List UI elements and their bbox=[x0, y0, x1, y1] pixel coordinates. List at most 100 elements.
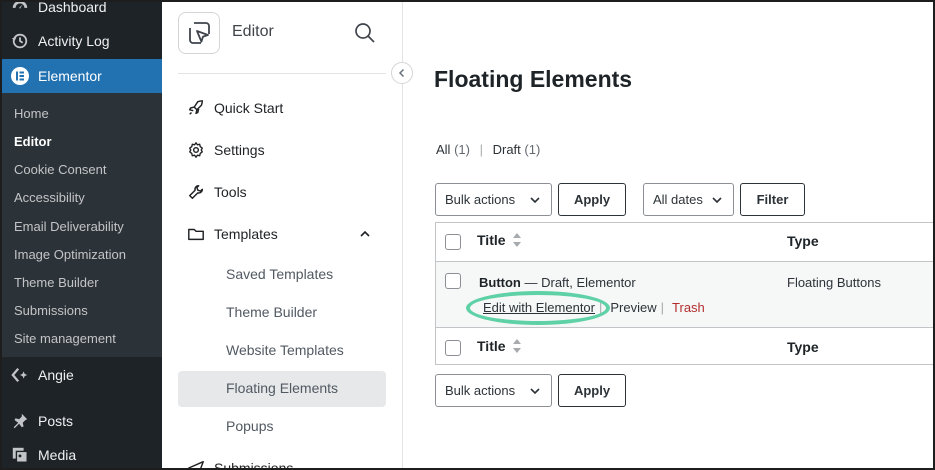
bulk-actions-select-bottom[interactable]: Bulk actions bbox=[435, 374, 552, 407]
wp-admin-sidebar: Dashboard Activity Log Elementor Home Ed… bbox=[0, 0, 162, 470]
dashboard-icon bbox=[10, 0, 30, 17]
nav-label: Tools bbox=[214, 184, 247, 200]
column-type-footer: Type bbox=[787, 339, 819, 355]
menu-item-media[interactable]: Media bbox=[0, 438, 162, 470]
chevron-left-icon bbox=[398, 68, 405, 78]
menu-item-angie[interactable]: Angie bbox=[0, 358, 162, 392]
submenu-item-email-deliverability[interactable]: Email Deliverability bbox=[14, 219, 124, 234]
menu-label: Elementor bbox=[38, 68, 102, 84]
column-label: Title bbox=[477, 232, 506, 248]
chevron-down-icon bbox=[712, 197, 722, 204]
panel-title: Editor bbox=[232, 23, 274, 40]
submenu-item-image-optimization[interactable]: Image Optimization bbox=[14, 247, 126, 262]
filter-all-count: (1) bbox=[454, 142, 470, 157]
elementor-panel: Editor Quick Start Settings Tools Templa… bbox=[162, 0, 413, 470]
panel-divider bbox=[178, 73, 386, 74]
table-row-divider bbox=[435, 327, 935, 328]
select-value: All dates bbox=[653, 192, 703, 207]
search-icon[interactable] bbox=[354, 22, 376, 49]
media-icon bbox=[10, 445, 30, 465]
column-label: Title bbox=[477, 338, 506, 354]
menu-label: Activity Log bbox=[38, 33, 110, 49]
nav-templates[interactable]: Templates bbox=[186, 224, 278, 244]
edit-with-elementor-link[interactable]: Edit with Elementor bbox=[483, 300, 595, 315]
submenu-item-editor[interactable]: Editor bbox=[14, 134, 52, 149]
nav-quick-start[interactable]: Quick Start bbox=[186, 98, 283, 118]
table-border-bottom bbox=[435, 364, 935, 365]
submenu-item-site-management[interactable]: Site management bbox=[14, 331, 116, 346]
action-separator: | bbox=[660, 300, 665, 315]
bulk-actions-select-top[interactable]: Bulk actions bbox=[435, 183, 552, 216]
row-type: Floating Buttons bbox=[787, 275, 881, 290]
row-status: — Draft, Elementor bbox=[520, 275, 636, 290]
subnav-website-templates[interactable]: Website Templates bbox=[226, 342, 344, 358]
row-title: Button — Draft, Elementor bbox=[479, 275, 636, 290]
send-icon bbox=[186, 458, 206, 470]
menu-item-activity-log[interactable]: Activity Log bbox=[0, 24, 162, 58]
row-checkbox[interactable] bbox=[445, 273, 461, 289]
menu-item-posts[interactable]: Posts bbox=[0, 404, 162, 438]
elementor-icon bbox=[10, 66, 30, 86]
main-content: Floating Elements All (1) | Draft (1) Bu… bbox=[403, 0, 935, 470]
chevron-down-icon bbox=[530, 197, 540, 204]
select-value: Bulk actions bbox=[445, 192, 516, 207]
column-title-footer[interactable]: Title bbox=[477, 338, 522, 354]
apply-button-top[interactable]: Apply bbox=[558, 183, 626, 216]
apply-button-bottom[interactable]: Apply bbox=[558, 374, 626, 407]
subnav-saved-templates[interactable]: Saved Templates bbox=[226, 266, 333, 282]
collapse-panel-button[interactable] bbox=[391, 62, 413, 84]
status-filters: All (1) | Draft (1) bbox=[436, 142, 540, 157]
submenu-item-theme-builder[interactable]: Theme Builder bbox=[14, 275, 99, 290]
action-separator: | bbox=[599, 300, 603, 315]
menu-label: Media bbox=[38, 447, 77, 463]
submenu-item-submissions[interactable]: Submissions bbox=[14, 303, 88, 318]
date-filter-select[interactable]: All dates bbox=[643, 183, 734, 216]
filter-separator: | bbox=[479, 142, 483, 157]
preview-link[interactable]: Preview bbox=[610, 300, 656, 315]
menu-item-dashboard[interactable]: Dashboard bbox=[0, 0, 162, 24]
nav-label: Templates bbox=[214, 226, 278, 242]
column-title-header[interactable]: Title bbox=[477, 232, 522, 248]
select-all-checkbox-bottom[interactable] bbox=[445, 340, 461, 356]
select-all-checkbox[interactable] bbox=[445, 234, 461, 250]
chevron-down-icon bbox=[530, 388, 540, 395]
cursor-box-icon bbox=[189, 22, 210, 44]
filter-all[interactable]: All bbox=[436, 142, 450, 157]
row-actions: Edit with Elementor | Preview | Trash bbox=[483, 300, 705, 315]
nav-label: Submissions bbox=[214, 460, 294, 470]
submenu-item-accessibility[interactable]: Accessibility bbox=[14, 190, 85, 205]
gear-icon bbox=[186, 140, 206, 160]
nav-label: Settings bbox=[214, 142, 265, 158]
sort-icon bbox=[512, 338, 522, 354]
nav-tools[interactable]: Tools bbox=[186, 182, 247, 202]
submenu-item-home[interactable]: Home bbox=[14, 106, 49, 121]
rocket-icon bbox=[186, 98, 206, 118]
submenu-item-cookie-consent[interactable]: Cookie Consent bbox=[14, 162, 107, 177]
nav-submissions[interactable]: Submissions bbox=[186, 458, 293, 470]
nav-settings[interactable]: Settings bbox=[186, 140, 265, 160]
trash-link[interactable]: Trash bbox=[672, 300, 705, 315]
sort-icon bbox=[512, 232, 522, 248]
menu-label: Dashboard bbox=[38, 0, 107, 15]
filter-draft-count: (1) bbox=[524, 142, 541, 157]
subnav-theme-builder[interactable]: Theme Builder bbox=[226, 304, 317, 320]
menu-item-elementor[interactable]: Elementor bbox=[0, 59, 162, 93]
menu-label: Posts bbox=[38, 413, 74, 429]
chevron-up-icon[interactable] bbox=[358, 227, 372, 246]
subnav-popups[interactable]: Popups bbox=[226, 418, 273, 434]
page-title: Floating Elements bbox=[434, 66, 633, 92]
nav-label: Quick Start bbox=[214, 100, 284, 116]
history-icon bbox=[10, 31, 30, 51]
angie-icon bbox=[10, 365, 30, 385]
editor-logo bbox=[178, 12, 220, 54]
row-title-link[interactable]: Button bbox=[479, 275, 521, 290]
select-value: Bulk actions bbox=[445, 383, 516, 398]
pushpin-icon bbox=[10, 411, 30, 431]
table-row bbox=[436, 262, 935, 327]
filter-draft[interactable]: Draft bbox=[493, 142, 521, 157]
folder-icon bbox=[186, 224, 206, 244]
filter-button[interactable]: Filter bbox=[740, 183, 805, 216]
elementor-submenu: Home Editor Cookie Consent Accessibility… bbox=[0, 93, 162, 357]
column-type-header: Type bbox=[787, 233, 819, 249]
subnav-floating-elements[interactable]: Floating Elements bbox=[226, 380, 338, 396]
